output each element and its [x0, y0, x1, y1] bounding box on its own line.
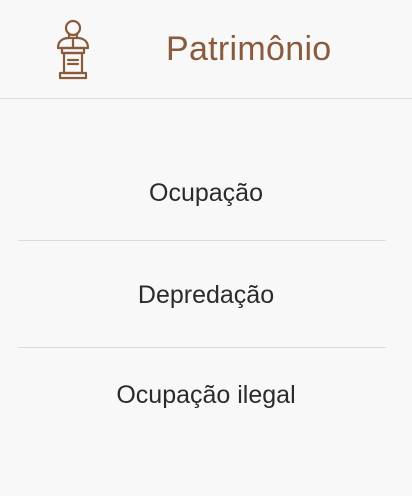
page-title: Patrimônio: [166, 30, 332, 68]
app-header: Patrimônio: [0, 0, 412, 99]
divider: [18, 347, 386, 348]
menu-item-depredacao[interactable]: Depredação: [0, 280, 412, 310]
menu-item-ocupacao[interactable]: Ocupação: [0, 178, 412, 208]
divider: [18, 240, 386, 241]
bust-statue-icon: [54, 18, 92, 80]
menu-item-ocupacao-ilegal[interactable]: Ocupação ilegal: [0, 380, 412, 410]
